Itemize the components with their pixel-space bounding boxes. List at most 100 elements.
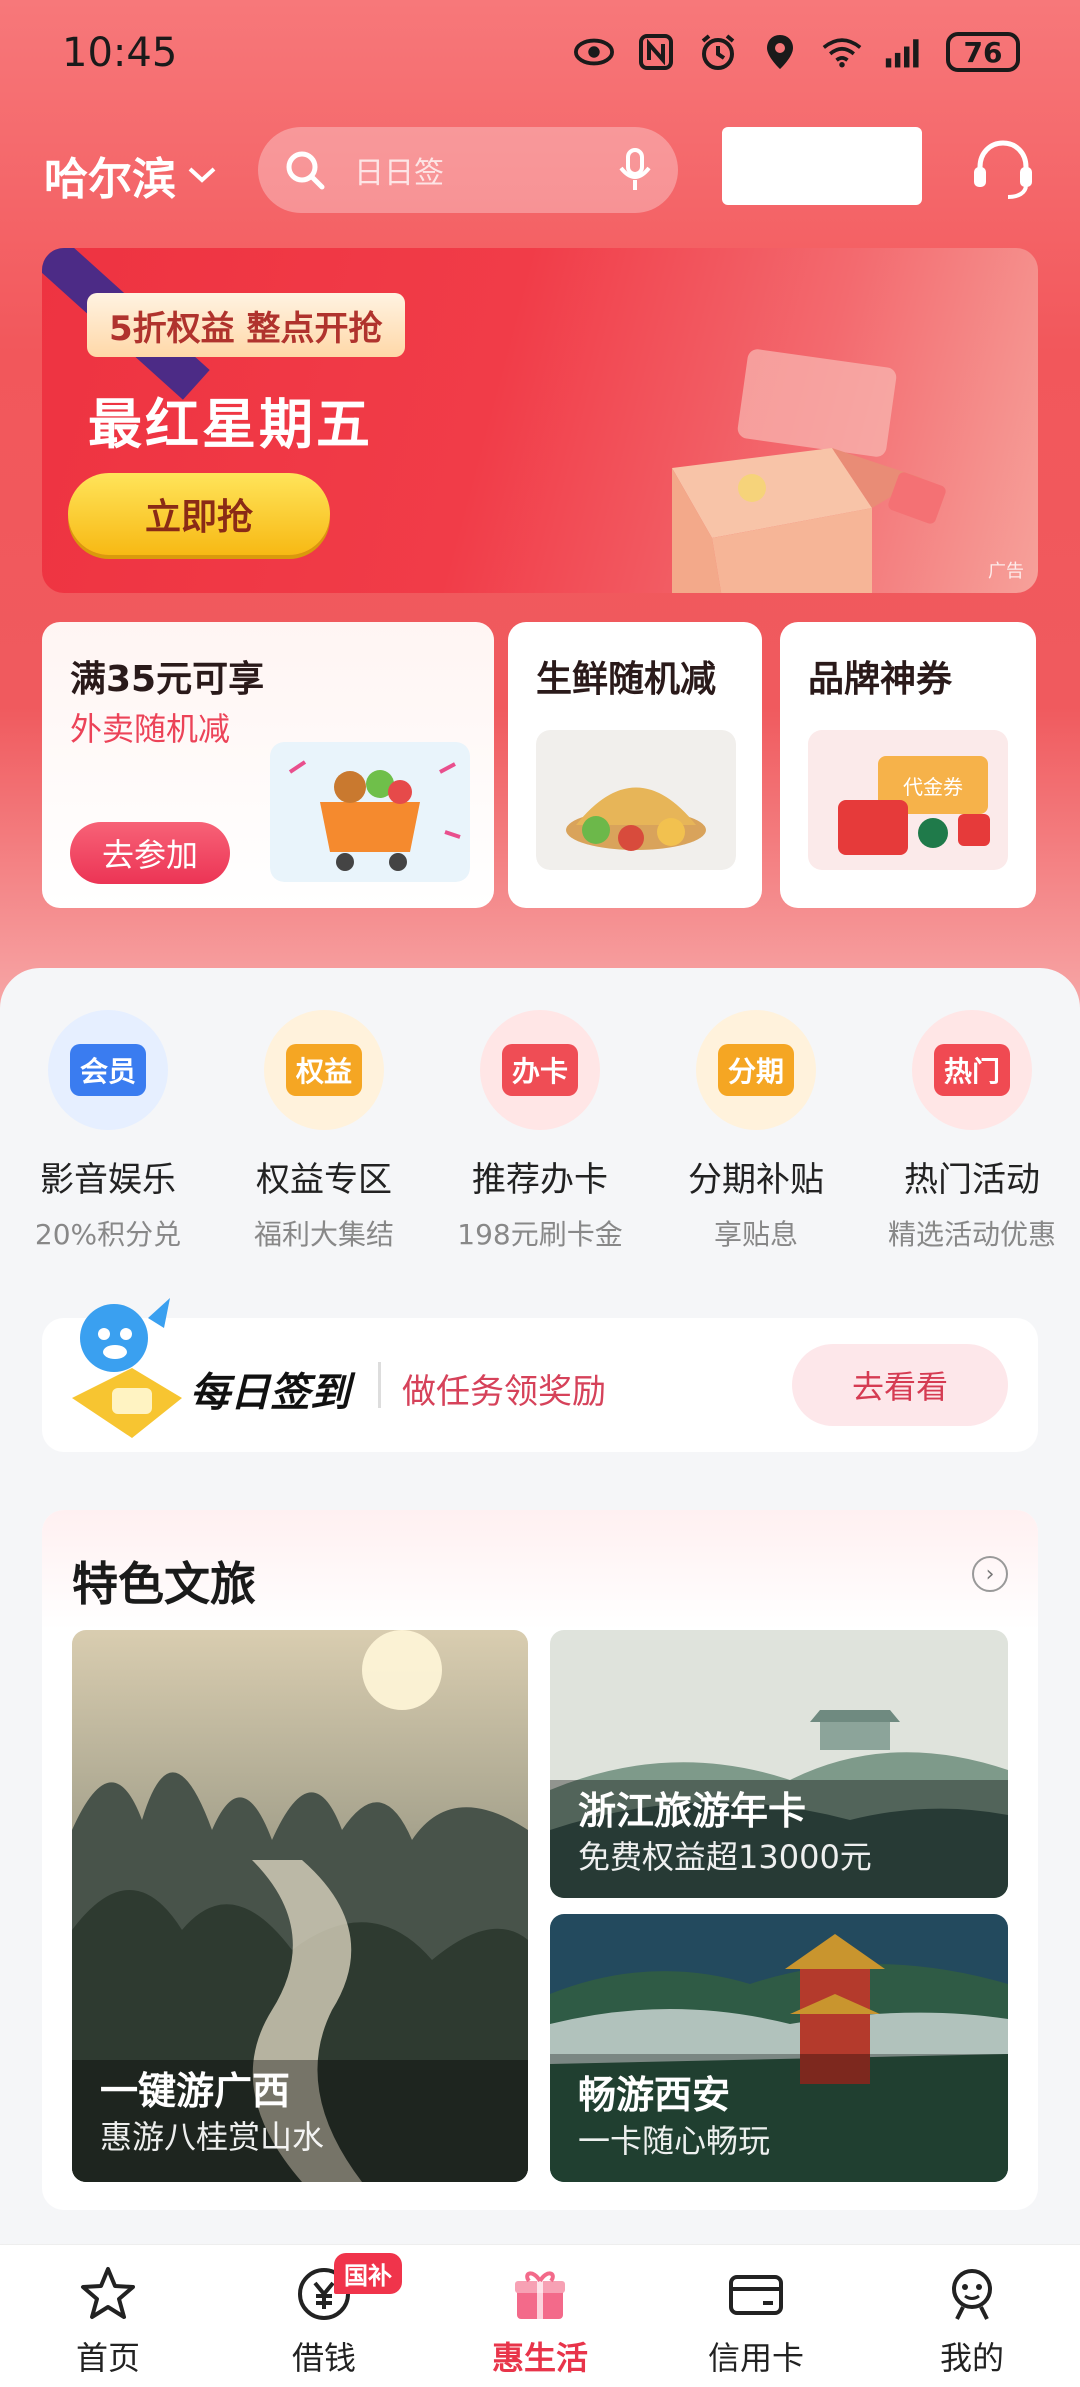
nav-label: 我的: [939, 2339, 1004, 2377]
travel-card-guangxi[interactable]: 一键游广西 惠游八桂赏山水: [72, 1630, 528, 2182]
nav-label: 惠生活: [491, 2339, 588, 2377]
shopping-cart-illustration: [270, 742, 470, 882]
gift-box-illustration: [672, 349, 946, 593]
alarm-icon: [698, 32, 738, 72]
entry-subtitle: 精选活动优惠: [887, 1218, 1056, 1251]
status-time: 10:45: [62, 30, 178, 76]
entry-title: 分期补贴: [688, 1160, 824, 1200]
card-apply-icon: 办卡: [480, 1010, 600, 1130]
entry-badge: 办卡: [501, 1044, 578, 1096]
travel-card-zhejiang[interactable]: 浙江旅游年卡 免费权益超13000元: [550, 1630, 1008, 1898]
red-envelope-icon: [838, 800, 908, 855]
profile-icon: [952, 2269, 992, 2320]
travel-card-xian[interactable]: 畅游西安 一卡随心畅玩: [550, 1914, 1008, 2182]
wifi-icon: [822, 32, 862, 72]
installment-icon: 分期: [696, 1010, 816, 1130]
entry-subtitle: 198元刷卡金: [457, 1218, 623, 1251]
card-subtitle: 外卖随机减: [70, 710, 231, 748]
nfc-icon: [636, 32, 676, 72]
mascot-icon: [72, 1298, 182, 1438]
travel-card-title: 畅游西安: [578, 2073, 731, 2117]
entry-badge: 分期: [717, 1044, 794, 1096]
travel-card-subtitle: 免费权益超13000元: [578, 1838, 872, 1876]
promo-banner[interactable]: 5折权益 整点开抢 最红星期五 立即抢 广告: [42, 248, 1038, 593]
entry-badge: 热门: [933, 1044, 1010, 1096]
nav-home[interactable]: 首页: [0, 2245, 216, 2387]
search-bar[interactable]: 日日签: [258, 127, 678, 213]
coupon-illustration: 代金券: [808, 730, 1008, 870]
nav-credit-card[interactable]: 信用卡: [648, 2245, 864, 2387]
crown-icon: 权益: [264, 1010, 384, 1130]
city-label: 哈尔滨: [44, 154, 176, 205]
status-icons: 76: [574, 32, 1020, 72]
entry-title: 热门活动: [904, 1160, 1040, 1200]
brand-coupon-card[interactable]: 品牌神券 代金券: [780, 622, 1036, 908]
checkin-title: 每日签到: [190, 1370, 350, 1416]
grab-now-button[interactable]: 立即抢: [68, 473, 330, 555]
card-title: 生鲜随机减: [536, 659, 717, 700]
gift-icon: [515, 2271, 565, 2319]
flame-icon: 热门: [912, 1010, 1032, 1130]
chevron-right-icon[interactable]: ›: [972, 1556, 1008, 1592]
ad-label: 广告: [988, 561, 1024, 582]
entry-entertainment[interactable]: 会员 影音娱乐 20%积分兑: [0, 1010, 216, 1260]
entry-card-apply[interactable]: 办卡 推荐办卡 198元刷卡金: [432, 1010, 648, 1260]
brand-logo-icon: [958, 814, 990, 846]
go-see-button[interactable]: 去看看: [792, 1344, 1008, 1426]
daily-checkin-bar[interactable]: 每日签到 做任务领奖励 去看看: [42, 1298, 1038, 1452]
takeout-discount-card[interactable]: 满35元可享 外卖随机减 去参加: [42, 622, 494, 908]
nav-label: 信用卡: [707, 2339, 804, 2377]
city-selector[interactable]: 哈尔滨: [44, 143, 218, 207]
customer-service-icon[interactable]: [968, 135, 1038, 205]
member-tv-icon: 会员: [48, 1010, 168, 1130]
battery-indicator: 76: [946, 32, 1020, 72]
header-promo-box[interactable]: [722, 127, 922, 205]
signal-icon: [884, 32, 924, 72]
search-icon: [286, 151, 325, 190]
entry-installment[interactable]: 分期 分期补贴 享贴息: [648, 1010, 864, 1260]
nav-mine[interactable]: 我的: [864, 2245, 1080, 2387]
search-placeholder: 日日签: [354, 156, 444, 191]
eye-icon: [574, 32, 614, 72]
location-icon: [760, 32, 800, 72]
entry-subtitle: 福利大集结: [253, 1218, 394, 1251]
card-title: 品牌神券: [808, 659, 953, 700]
fresh-food-card[interactable]: 生鲜随机减: [508, 622, 762, 908]
chevron-down-icon: [188, 167, 216, 183]
travel-card-subtitle: 一卡随心畅玩: [578, 2122, 771, 2160]
entry-subtitle: 20%积分兑: [34, 1218, 182, 1251]
card-title: 满35元可享: [70, 659, 265, 700]
entry-subtitle: 享贴息: [713, 1218, 798, 1251]
travel-section: 特色文旅 › 一键游广西 惠游八桂赏山水 浙江旅游年卡 免费权益超13000元: [42, 1510, 1038, 2210]
subsidy-badge: 国补: [334, 2253, 402, 2294]
entry-benefits[interactable]: 权益 权益专区 福利大集结: [216, 1010, 432, 1260]
travel-card-title: 浙江旅游年卡: [578, 1789, 807, 1833]
checkin-subtitle: 做任务领奖励: [402, 1372, 606, 1412]
top-bar: 哈尔滨 日日签: [0, 125, 1080, 215]
join-button[interactable]: 去参加: [70, 822, 230, 884]
brand-logo-icon: [918, 818, 948, 848]
status-bar: 10:45 76: [0, 0, 1080, 110]
banner-tag: 5折权益 整点开抢: [87, 293, 405, 357]
nav-label: 首页: [75, 2339, 140, 2377]
nav-label: 借钱: [291, 2339, 356, 2377]
fresh-food-illustration: [536, 730, 736, 870]
nav-borrow[interactable]: 国补 借钱: [216, 2245, 432, 2387]
section-title: 特色文旅: [72, 1557, 256, 1611]
entry-title: 推荐办卡: [472, 1160, 608, 1200]
travel-card-subtitle: 惠游八桂赏山水: [100, 2118, 325, 2156]
microphone-icon[interactable]: [618, 148, 652, 192]
banner-title: 最红星期五: [88, 393, 373, 456]
entry-title: 影音娱乐: [40, 1160, 176, 1200]
travel-card-title: 一键游广西: [100, 2069, 291, 2113]
star-icon: [81, 2267, 135, 2319]
entry-badge: 会员: [69, 1044, 146, 1096]
divider: [378, 1362, 381, 1408]
card-icon: [729, 2275, 783, 2315]
entry-hot-events[interactable]: 热门 热门活动 精选活动优惠: [864, 1010, 1080, 1260]
entry-title: 权益专区: [256, 1160, 392, 1200]
entry-badge: 权益: [285, 1044, 362, 1096]
bottom-navigation: 首页 国补 借钱 惠生活 信用卡 我的: [0, 2244, 1080, 2387]
nav-life[interactable]: 惠生活: [432, 2245, 648, 2387]
quick-entry-grid: 会员 影音娱乐 20%积分兑 权益 权益专区 福利大集结 办卡 推荐办卡 198…: [0, 1010, 1080, 1260]
